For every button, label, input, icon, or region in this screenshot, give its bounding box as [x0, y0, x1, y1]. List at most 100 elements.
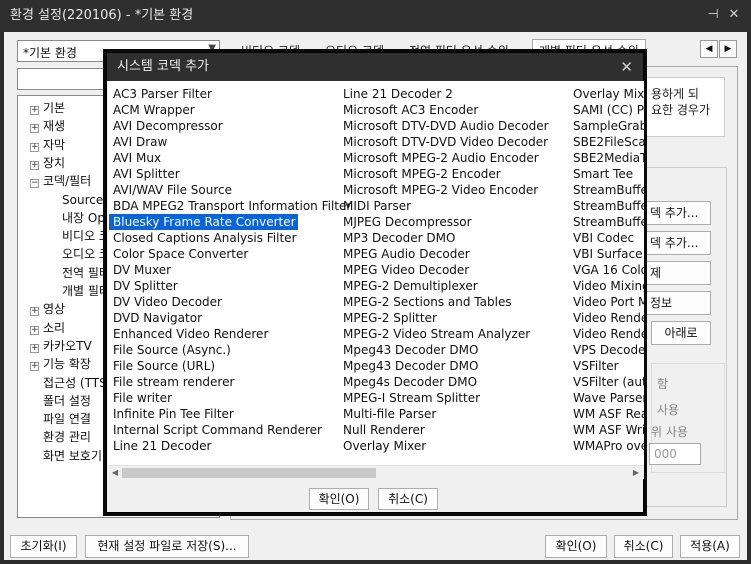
save-to-file-button[interactable]: 현재 설정 파일로 저장(S)... [85, 535, 249, 558]
add-codec-button[interactable]: 덱 추가... [645, 201, 711, 225]
close-icon[interactable]: ✕ [725, 6, 743, 24]
codec-list-item[interactable]: Microsoft MPEG-2 Video Encoder [339, 182, 551, 198]
codec-list-item[interactable]: DV Video Decoder [109, 294, 353, 310]
codec-list-item[interactable]: File Source (URL) [109, 358, 353, 374]
codec-list-item[interactable]: MPEG-2 Sections and Tables [339, 294, 551, 310]
tab-next-button[interactable]: ▶ [719, 40, 737, 58]
expand-icon[interactable]: + [30, 160, 39, 170]
codec-list-item[interactable]: Video Port M [569, 294, 644, 310]
codec-list-item[interactable]: VBI Surface A [569, 246, 644, 262]
value-input[interactable]: 000 [649, 443, 701, 465]
add-filter-button[interactable]: 덱 추가... [645, 231, 711, 255]
codec-list-item[interactable]: DV Muxer [109, 262, 353, 278]
tree-item[interactable]: 전역 필터 [62, 264, 110, 282]
codec-list-item[interactable]: MIDI Parser [339, 198, 551, 214]
scrollbar-thumb[interactable] [122, 468, 376, 478]
codec-list-item[interactable]: File writer [109, 390, 353, 406]
tree-item[interactable]: 폴더 설정 [43, 392, 91, 410]
codec-list-item[interactable]: VPS Decoder [569, 342, 644, 358]
tree-item[interactable]: 접근성 (TTS [43, 374, 107, 392]
codec-list-item[interactable]: DVD Navigator [109, 310, 353, 326]
codec-list-item[interactable]: VSFilter [569, 358, 644, 374]
codec-list-item[interactable]: BDA MPEG2 Transport Information Filter [109, 198, 353, 214]
codec-list-item[interactable]: MPEG Video Decoder [339, 262, 551, 278]
codec-list-item[interactable]: MPEG-2 Video Stream Analyzer [339, 326, 551, 342]
tree-item[interactable]: + 장치 [30, 154, 65, 172]
reset-button[interactable]: 초기화(I) [10, 535, 77, 558]
codec-list-item[interactable]: WM ASF Rea [569, 406, 644, 422]
pin-icon[interactable]: ⊣ [704, 6, 722, 24]
dialog-ok-button[interactable]: 확인(O) [309, 488, 369, 510]
tree-item[interactable]: 화면 보호기 [43, 447, 102, 465]
codec-list-item[interactable]: Infinite Pin Tee Filter [109, 406, 353, 422]
tree-item[interactable]: − 코덱/필터 [30, 172, 91, 190]
codec-list-item[interactable]: MJPEG Decompressor [339, 214, 551, 230]
tree-item[interactable]: + 카카오TV [30, 337, 92, 355]
codec-list-item[interactable]: Video Rende [569, 310, 644, 326]
ok-button[interactable]: 확인(O) [545, 535, 607, 558]
codec-list-item[interactable]: SBE2FileScan [569, 134, 644, 150]
tree-item[interactable]: 오디오 코 [62, 245, 110, 263]
delete-button[interactable]: 제 [645, 261, 711, 285]
codec-list-item[interactable]: Internal Script Command Renderer [109, 422, 353, 438]
codec-list-item[interactable]: Overlay Mixer [339, 438, 551, 454]
codec-list-item[interactable]: SampleGrabb [569, 118, 644, 134]
codec-list-item[interactable]: Line 21 Decoder [109, 438, 353, 454]
codec-list-item[interactable]: AC3 Parser Filter [109, 86, 353, 102]
codec-list-item[interactable]: Closed Captions Analysis Filter [109, 230, 353, 246]
tree-item[interactable]: + 기본 [30, 99, 65, 117]
info-button[interactable]: 정보 [645, 291, 711, 315]
codec-list-item[interactable]: Microsoft AC3 Encoder [339, 102, 551, 118]
expand-icon[interactable]: + [30, 307, 39, 317]
codec-list-item[interactable]: Microsoft DTV-DVD Video Decoder [339, 134, 551, 150]
codec-list-item[interactable]: Mpeg4s Decoder DMO [339, 374, 551, 390]
codec-list-item[interactable]: Overlay Mixe [569, 86, 644, 102]
codec-list-item[interactable]: Video Mixing [569, 278, 644, 294]
codec-list[interactable]: AC3 Parser Filter ACM Wrapper AVI Decompre… [108, 81, 644, 479]
codec-list-item[interactable]: Enhanced Video Renderer [109, 326, 353, 342]
expand-icon[interactable]: + [30, 325, 39, 335]
codec-list-item[interactable]: MPEG Audio Decoder [339, 246, 551, 262]
dialog-cancel-button[interactable]: 취소(C) [378, 488, 438, 510]
codec-list-item[interactable]: MPEG-I Stream Splitter [339, 390, 551, 406]
close-icon[interactable]: ✕ [620, 58, 633, 76]
tree-item[interactable]: 개별 필터 [62, 282, 110, 300]
tree-item[interactable]: + 기능 확장 [30, 355, 91, 373]
codec-list-item[interactable]: Line 21 Decoder 2 [339, 86, 551, 102]
codec-list-item[interactable]: WM ASF Writ [569, 422, 644, 438]
collapse-icon[interactable]: − [30, 179, 39, 189]
codec-list-item[interactable]: Wave Parser [569, 390, 644, 406]
codec-list-item[interactable]: StreamBuffer [569, 198, 644, 214]
codec-list-item[interactable]: VSFilter (auto [569, 374, 644, 390]
tree-item[interactable]: 비디오 코 [62, 227, 110, 245]
codec-list-item[interactable]: Multi-file Parser [339, 406, 551, 422]
codec-list-item[interactable]: SAMI (CC) Pa [569, 102, 644, 118]
horizontal-scrollbar[interactable]: ◀ ▶ [108, 465, 644, 479]
expand-icon[interactable]: + [30, 124, 39, 134]
tab-prev-button[interactable]: ◀ [700, 40, 718, 58]
codec-list-item[interactable]: Microsoft MPEG-2 Audio Encoder [339, 150, 551, 166]
expand-icon[interactable]: + [30, 343, 39, 353]
codec-list-item[interactable]: Bluesky Frame Rate Converter [109, 214, 298, 230]
codec-list-item[interactable]: Mpeg43 Decoder DMO [339, 342, 551, 358]
codec-list-item[interactable]: AVI Draw [109, 134, 353, 150]
codec-list-item[interactable]: VGA 16 Colo [569, 262, 644, 278]
codec-list-item[interactable]: AVI/WAV File Source [109, 182, 353, 198]
codec-list-item[interactable]: StreamBuffer [569, 214, 644, 230]
tree-item[interactable]: 파일 연결 [43, 410, 91, 428]
scroll-left-icon[interactable]: ◀ [109, 467, 121, 479]
codec-list-item[interactable]: VBI Codec [569, 230, 644, 246]
codec-list-item[interactable]: Microsoft MPEG-2 Encoder [339, 166, 551, 182]
codec-list-item[interactable]: Video Rende [569, 326, 644, 342]
codec-list-item[interactable]: ACM Wrapper [109, 102, 353, 118]
codec-list-item[interactable]: AVI Splitter [109, 166, 353, 182]
tree-item[interactable]: + 재생 [30, 117, 65, 135]
tree-item[interactable]: + 소리 [30, 319, 65, 337]
codec-list-item[interactable]: DV Splitter [109, 278, 353, 294]
codec-list-item[interactable]: WMAPro ove [569, 438, 644, 454]
tree-item[interactable]: + 영상 [30, 300, 65, 318]
codec-list-item[interactable]: MPEG-2 Demultiplexer [339, 278, 551, 294]
expand-icon[interactable]: + [30, 106, 39, 115]
tree-item[interactable]: + 자막 [30, 136, 65, 154]
codec-list-item[interactable]: AVI Mux [109, 150, 353, 166]
